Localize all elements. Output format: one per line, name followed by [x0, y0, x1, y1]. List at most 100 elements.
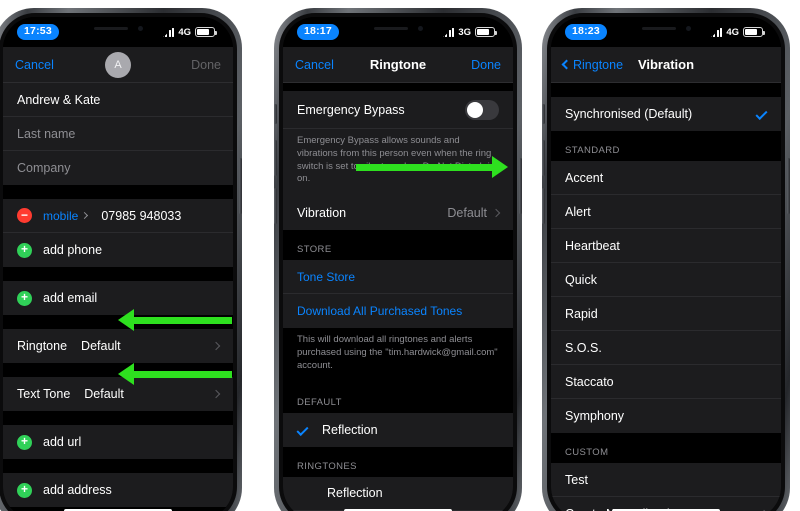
spacer: [283, 83, 513, 91]
vibration-accessory: Default: [447, 206, 501, 221]
volume-up-button[interactable]: [274, 140, 277, 176]
company-placeholder: Company: [17, 161, 71, 175]
phone-contact-edit: 17:53 4G Cancel A Done Andrew & Kate Las…: [0, 8, 242, 511]
custom-section-header: CUSTOM: [551, 433, 781, 463]
list-item[interactable]: Reflection: [283, 477, 513, 511]
front-camera-icon: [417, 25, 423, 31]
list-item[interactable]: S.O.S.: [551, 331, 781, 365]
download-all-row[interactable]: Download All Purchased Tones: [283, 294, 513, 328]
back-button-label: Ringtone: [573, 57, 624, 72]
add-address-row[interactable]: + add address: [3, 473, 233, 507]
arrow-shaft: [134, 370, 232, 378]
battery-icon: [475, 27, 497, 37]
standard-section-header: STANDARD: [551, 131, 781, 161]
list-item[interactable]: Alert: [551, 195, 781, 229]
vibration-content: Synchronised (Default) STANDARD Accent A…: [551, 83, 781, 511]
phone-group: − mobile 07985 948033 + add phone: [3, 199, 233, 267]
address-group: + add address: [3, 473, 233, 507]
list-item[interactable]: Quick: [551, 263, 781, 297]
cancel-button[interactable]: Cancel: [295, 58, 334, 72]
phone-label[interactable]: mobile: [43, 209, 78, 223]
mute-switch[interactable]: [542, 104, 545, 124]
add-icon[interactable]: +: [17, 482, 32, 498]
checkmark-icon: [296, 423, 309, 436]
add-url-row[interactable]: + add url: [3, 425, 233, 459]
arrow-to-ringtone: [118, 309, 232, 331]
notch: [614, 17, 718, 39]
add-address-label: add address: [43, 483, 112, 497]
phone-screen-3: 18:23 4G Ringtone Vibration Synchronised…: [551, 17, 781, 511]
nav-bar-3: Ringtone Vibration: [551, 47, 781, 83]
selected-group: Synchronised (Default): [551, 97, 781, 131]
add-phone-row[interactable]: + add phone: [3, 233, 233, 267]
front-camera-icon: [685, 25, 691, 31]
status-bar-1: 17:53 4G: [3, 17, 233, 47]
power-button[interactable]: [519, 158, 522, 214]
remove-icon[interactable]: −: [17, 208, 32, 223]
download-all-label: Download All Purchased Tones: [297, 304, 463, 319]
phone-row[interactable]: − mobile 07985 948033: [3, 199, 233, 233]
chevron-left-icon: [561, 59, 572, 70]
list-item[interactable]: Heartbeat: [551, 229, 781, 263]
list-item[interactable]: Rapid: [551, 297, 781, 331]
emergency-bypass-toggle[interactable]: [465, 99, 499, 120]
volume-down-button[interactable]: [274, 188, 277, 224]
text-tone-accessory: [211, 389, 221, 399]
vibration-name: Staccato: [565, 374, 614, 389]
emergency-bypass-row[interactable]: Emergency Bypass: [283, 91, 513, 129]
add-icon[interactable]: +: [17, 290, 32, 306]
done-button[interactable]: Done: [471, 58, 501, 72]
phone-screen-2: 18:17 3G Cancel Ringtone Done Emergency …: [283, 17, 513, 511]
store-footnote: This will download all ringtones and ale…: [283, 328, 513, 383]
avatar[interactable]: A: [105, 51, 131, 78]
phone-bezel: 18:23 4G Ringtone Vibration Synchronised…: [547, 13, 785, 511]
phone-bezel: 17:53 4G Cancel A Done Andrew & Kate Las…: [0, 13, 237, 511]
standard-group: Accent Alert Heartbeat Quick Rapid S.O.S…: [551, 161, 781, 433]
ringtone-row[interactable]: Ringtone Default: [3, 329, 233, 363]
list-item[interactable]: Staccato: [551, 365, 781, 399]
power-button[interactable]: [787, 158, 790, 214]
arrow-shaft: [134, 316, 232, 324]
volume-down-button[interactable]: [542, 188, 545, 224]
tone-store-row[interactable]: Tone Store: [283, 260, 513, 295]
list-item[interactable]: Test: [551, 463, 781, 497]
ringtones-section-header: RINGTONES: [283, 446, 513, 477]
chevron-right-icon: [211, 341, 221, 351]
earpiece-speaker: [641, 26, 676, 30]
screenshot-stage: 17:53 4G Cancel A Done Andrew & Kate Las…: [0, 0, 800, 511]
vibration-value: Default: [447, 206, 487, 221]
done-button[interactable]: Done: [191, 58, 221, 72]
chevron-right-icon: [211, 389, 221, 399]
spacer: [3, 411, 233, 425]
default-reflection-row[interactable]: Reflection: [283, 413, 513, 447]
spacer: [3, 459, 233, 473]
first-name-field[interactable]: Andrew & Kate: [3, 83, 233, 117]
vibration-row[interactable]: Vibration Default: [283, 196, 513, 230]
ringtone-label: Ringtone: [17, 339, 68, 353]
store-section-header: STORE: [283, 230, 513, 261]
power-button[interactable]: [239, 158, 242, 214]
network-type-label: 4G: [178, 26, 191, 38]
add-icon[interactable]: +: [17, 242, 32, 258]
list-item[interactable]: Accent: [551, 161, 781, 195]
default-section-header: DEFAULT: [283, 382, 513, 413]
tone-store-label: Tone Store: [297, 269, 356, 284]
mute-switch[interactable]: [274, 104, 277, 124]
cancel-button[interactable]: Cancel: [15, 58, 54, 72]
company-field[interactable]: Company: [3, 151, 233, 185]
phone-number[interactable]: 07985 948033: [101, 209, 181, 223]
volume-up-button[interactable]: [542, 140, 545, 176]
battery-icon: [743, 27, 765, 37]
store-group: Tone Store Download All Purchased Tones: [283, 260, 513, 329]
status-bar-3: 18:23 4G: [551, 17, 781, 47]
text-tone-label: Text Tone: [17, 387, 71, 401]
list-item[interactable]: Symphony: [551, 399, 781, 433]
last-name-field[interactable]: Last name: [3, 117, 233, 151]
status-time: 17:53: [17, 24, 59, 40]
spacer: [3, 185, 233, 199]
ringtone-accessory: [211, 341, 221, 351]
synchronised-default-row[interactable]: Synchronised (Default): [551, 97, 781, 131]
text-tone-value: Default: [84, 387, 124, 401]
add-icon[interactable]: +: [17, 434, 32, 450]
back-button[interactable]: Ringtone: [561, 57, 624, 72]
